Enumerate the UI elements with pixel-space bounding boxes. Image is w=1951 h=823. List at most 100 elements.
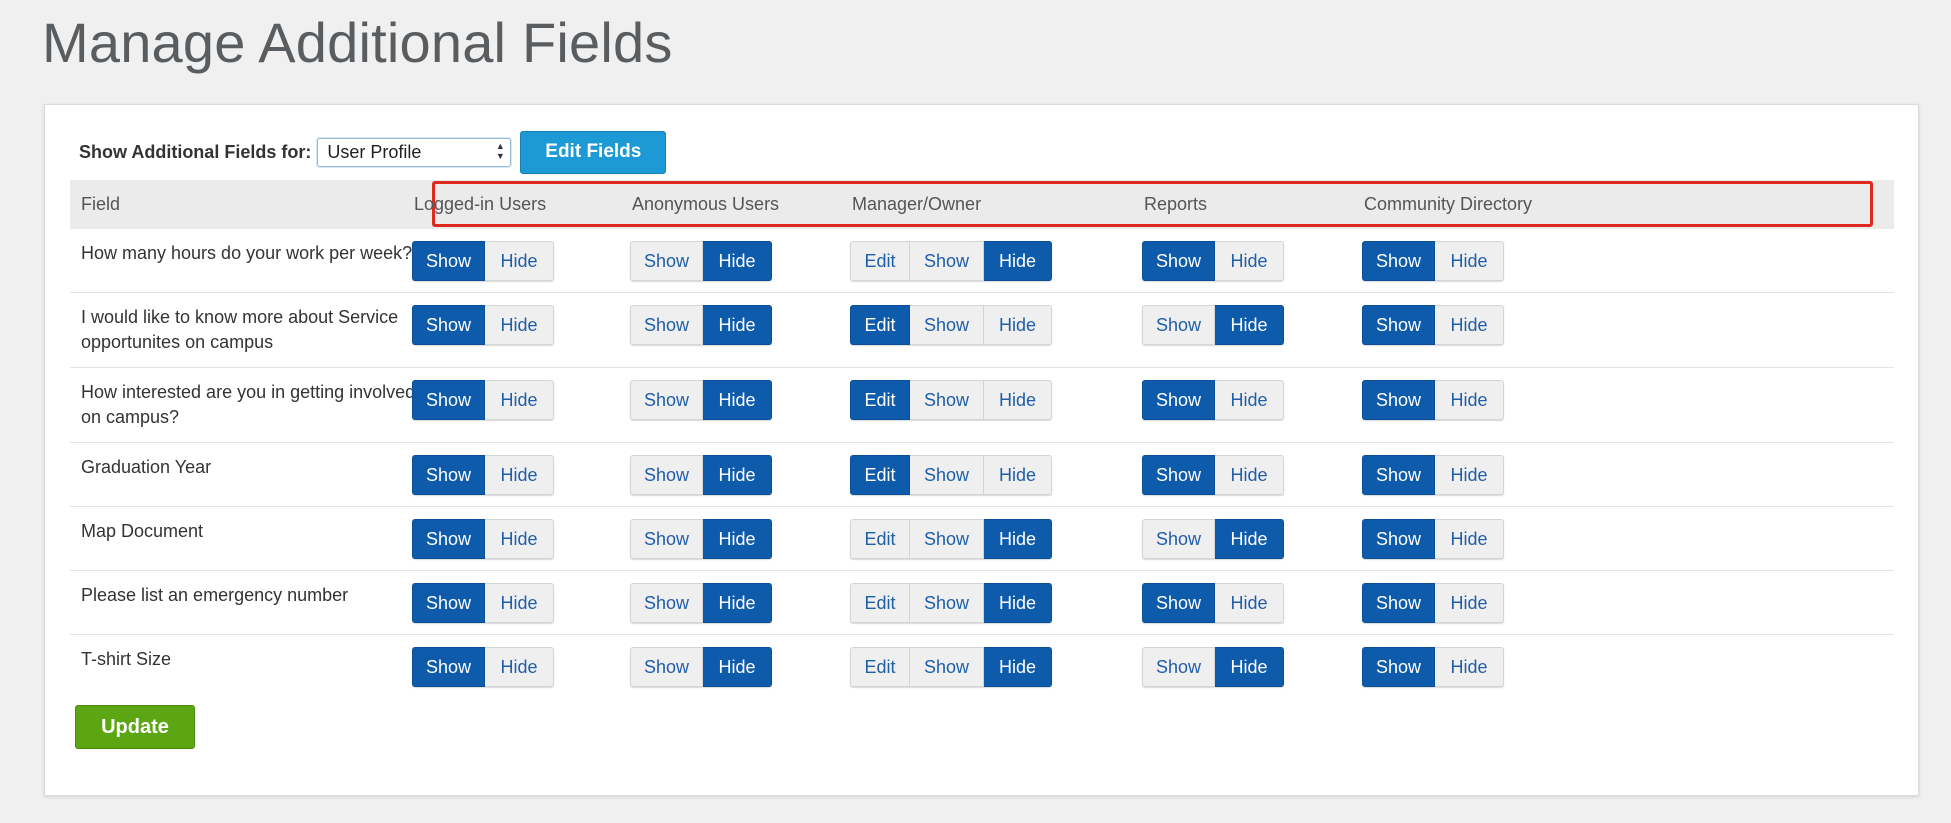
hide-option-button[interactable]: Hide — [1435, 380, 1504, 420]
show-option-button[interactable]: Show — [910, 647, 984, 687]
show-option-button[interactable]: Show — [412, 583, 485, 623]
hide-option-button[interactable]: Hide — [984, 455, 1052, 495]
show-option-button[interactable]: Show — [412, 241, 485, 281]
edit-option-button[interactable]: Edit — [850, 455, 910, 495]
table-row: Map Document Show Hide Show Hide Edit Show Hide… — [70, 507, 1894, 571]
hide-option-button[interactable]: Hide — [1435, 583, 1504, 623]
profile-type-selected: User Profile — [327, 141, 422, 162]
hide-option-button[interactable]: Hide — [1435, 519, 1504, 559]
show-option-button[interactable]: Show — [1362, 519, 1435, 559]
table-header-row: Field Logged-in Users Anonymous Users Mana… — [70, 180, 1894, 229]
hide-option-button[interactable]: Hide — [984, 647, 1052, 687]
hide-option-button[interactable]: Hide — [984, 305, 1052, 345]
update-button[interactable]: Update — [75, 705, 195, 749]
hide-option-button[interactable]: Hide — [1215, 455, 1284, 495]
show-option-button[interactable]: Show — [1142, 380, 1215, 420]
manager-owner-toggle-group: Edit Show Hide — [850, 583, 1052, 623]
show-option-button[interactable]: Show — [1142, 305, 1215, 345]
logged-in-users-toggle-group: Show Hide — [412, 305, 554, 345]
show-option-button[interactable]: Show — [1142, 583, 1215, 623]
hide-option-button[interactable]: Hide — [703, 305, 772, 345]
edit-option-button[interactable]: Edit — [850, 583, 910, 623]
hide-option-button[interactable]: Hide — [984, 380, 1052, 420]
anonymous-users-toggle-group: Show Hide — [630, 647, 772, 687]
hide-option-button[interactable]: Hide — [1215, 519, 1284, 559]
hide-option-button[interactable]: Hide — [703, 455, 772, 495]
hide-option-button[interactable]: Hide — [1435, 305, 1504, 345]
hide-option-button[interactable]: Hide — [1435, 455, 1504, 495]
show-option-button[interactable]: Show — [630, 241, 703, 281]
hide-option-button[interactable]: Hide — [485, 305, 554, 345]
hide-option-button[interactable]: Hide — [1215, 380, 1284, 420]
show-option-button[interactable]: Show — [1362, 380, 1435, 420]
edit-fields-button[interactable]: Edit Fields — [520, 130, 667, 174]
filter-bar: Show Additional Fields for: User Profile… — [79, 130, 667, 174]
logged-in-users-toggle-group: Show Hide — [412, 380, 554, 420]
hide-option-button[interactable]: Hide — [1435, 647, 1504, 687]
show-option-button[interactable]: Show — [910, 455, 984, 495]
hide-option-button[interactable]: Hide — [1435, 241, 1504, 281]
fields-table: Field Logged-in Users Anonymous Users Mana… — [70, 180, 1894, 699]
logged-in-users-toggle-group: Show Hide — [412, 519, 554, 559]
edit-option-button[interactable]: Edit — [850, 241, 910, 281]
hide-option-button[interactable]: Hide — [984, 519, 1052, 559]
reports-toggle-group: Show Hide — [1142, 455, 1284, 495]
show-option-button[interactable]: Show — [1142, 647, 1215, 687]
hide-option-button[interactable]: Hide — [1215, 241, 1284, 281]
hide-option-button[interactable]: Hide — [485, 241, 554, 281]
hide-option-button[interactable]: Hide — [485, 647, 554, 687]
show-option-button[interactable]: Show — [910, 241, 984, 281]
show-option-button[interactable]: Show — [630, 583, 703, 623]
profile-type-select[interactable]: User Profile ▲ ▼ — [317, 137, 512, 167]
show-option-button[interactable]: Show — [630, 305, 703, 345]
anonymous-users-toggle-group: Show Hide — [630, 455, 772, 495]
table-row: Graduation Year Show Hide Show Hide Edit Show H… — [70, 443, 1894, 507]
show-option-button[interactable]: Show — [412, 380, 485, 420]
edit-option-button[interactable]: Edit — [850, 380, 910, 420]
show-option-button[interactable]: Show — [630, 519, 703, 559]
hide-option-button[interactable]: Hide — [485, 380, 554, 420]
hide-option-button[interactable]: Hide — [1215, 647, 1284, 687]
show-option-button[interactable]: Show — [630, 380, 703, 420]
column-header-reports: Reports — [1144, 194, 1208, 214]
show-option-button[interactable]: Show — [412, 519, 485, 559]
show-option-button[interactable]: Show — [1142, 519, 1215, 559]
hide-option-button[interactable]: Hide — [984, 583, 1052, 623]
show-option-button[interactable]: Show — [1362, 647, 1435, 687]
show-option-button[interactable]: Show — [412, 647, 485, 687]
hide-option-button[interactable]: Hide — [485, 455, 554, 495]
show-option-button[interactable]: Show — [1362, 455, 1435, 495]
hide-option-button[interactable]: Hide — [984, 241, 1052, 281]
show-option-button[interactable]: Show — [1362, 583, 1435, 623]
show-option-button[interactable]: Show — [1362, 241, 1435, 281]
show-option-button[interactable]: Show — [1142, 455, 1215, 495]
reports-toggle-group: Show Hide — [1142, 647, 1284, 687]
show-option-button[interactable]: Show — [412, 305, 485, 345]
show-option-button[interactable]: Show — [910, 519, 984, 559]
hide-option-button[interactable]: Hide — [703, 241, 772, 281]
community-directory-toggle-group: Show Hide — [1362, 519, 1504, 559]
hide-option-button[interactable]: Hide — [703, 519, 772, 559]
field-label: Map Document — [81, 521, 204, 541]
field-label: T-shirt Size — [81, 649, 172, 669]
edit-option-button[interactable]: Edit — [850, 647, 910, 687]
edit-option-button[interactable]: Edit — [850, 519, 910, 559]
hide-option-button[interactable]: Hide — [485, 583, 554, 623]
hide-option-button[interactable]: Hide — [1215, 583, 1284, 623]
field-column-header: Field — [81, 194, 121, 214]
community-directory-toggle-group: Show Hide — [1362, 647, 1504, 687]
show-option-button[interactable]: Show — [910, 380, 984, 420]
show-option-button[interactable]: Show — [630, 455, 703, 495]
show-option-button[interactable]: Show — [630, 647, 703, 687]
edit-option-button[interactable]: Edit — [850, 305, 910, 345]
hide-option-button[interactable]: Hide — [1215, 305, 1284, 345]
hide-option-button[interactable]: Hide — [703, 583, 772, 623]
show-option-button[interactable]: Show — [910, 305, 984, 345]
show-option-button[interactable]: Show — [910, 583, 984, 623]
hide-option-button[interactable]: Hide — [703, 380, 772, 420]
show-option-button[interactable]: Show — [412, 455, 485, 495]
show-option-button[interactable]: Show — [1142, 241, 1215, 281]
hide-option-button[interactable]: Hide — [485, 519, 554, 559]
hide-option-button[interactable]: Hide — [703, 647, 772, 687]
show-option-button[interactable]: Show — [1362, 305, 1435, 345]
